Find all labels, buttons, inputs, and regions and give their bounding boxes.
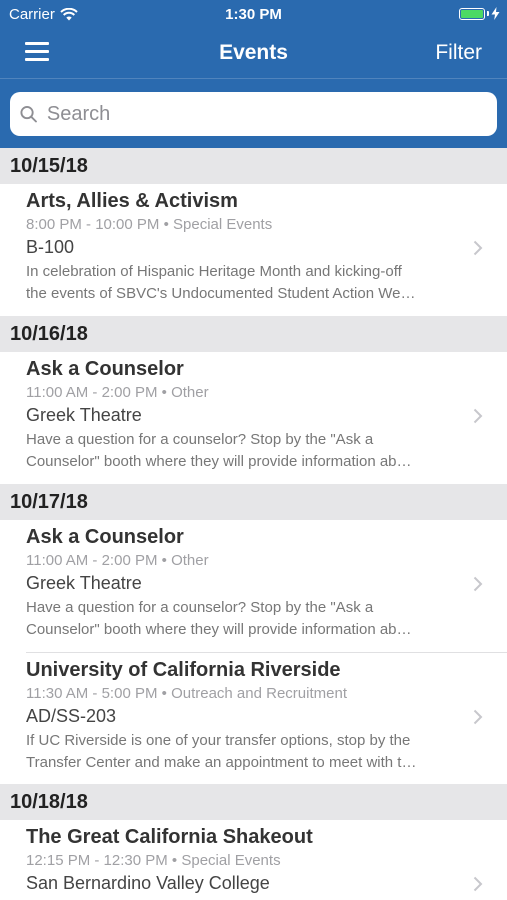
event-time: 11:00 AM - 2:00 PM bbox=[26, 552, 158, 569]
event-description: If UC Riverside is one of your transfer … bbox=[26, 730, 457, 774]
event-title: Ask a Counselor bbox=[26, 358, 184, 380]
event-location: AD/SS-203 bbox=[26, 706, 117, 726]
event-description-line: Have a question for a counselor? Stop by… bbox=[26, 599, 374, 616]
event-description: Have a question for a counselor? Stop by… bbox=[26, 597, 457, 641]
event-category: Other bbox=[171, 552, 209, 569]
event-time: 12:15 PM - 12:30 PM bbox=[26, 852, 168, 869]
section-date-header: 10/18/18 bbox=[0, 784, 507, 820]
filter-button[interactable]: Filter bbox=[435, 41, 482, 65]
chevron-right-icon bbox=[473, 240, 483, 256]
event-meta: 11:00 AM - 2:00 PM • Other bbox=[26, 384, 209, 401]
event-category: Special Events bbox=[181, 852, 281, 869]
event-meta: 11:00 AM - 2:00 PM • Other bbox=[26, 552, 209, 569]
charging-bolt-icon bbox=[491, 7, 500, 20]
event-description-line: Have a question for a counselor? Stop by… bbox=[26, 431, 374, 448]
event-row[interactable]: Ask a Counselor 11:00 AM - 2:00 PM • Oth… bbox=[0, 520, 507, 652]
search-icon bbox=[20, 106, 37, 123]
chevron-right-icon bbox=[473, 408, 483, 424]
event-description: In celebration of Hispanic Heritage Mont… bbox=[26, 261, 457, 305]
event-title: Ask a Counselor bbox=[26, 526, 184, 548]
search-bar[interactable] bbox=[10, 92, 497, 136]
event-meta: 11:30 AM - 5:00 PM • Outreach and Recrui… bbox=[26, 685, 347, 702]
event-title: University of California Riverside bbox=[26, 659, 341, 681]
event-description-line: the events of SBVC's Undocumented Studen… bbox=[26, 285, 416, 302]
event-category: Special Events bbox=[173, 216, 273, 233]
event-meta: 8:00 PM - 10:00 PM • Special Events bbox=[26, 216, 273, 233]
nav-bar: Events Filter bbox=[0, 28, 507, 79]
event-description-line: If UC Riverside is one of your transfer … bbox=[26, 732, 411, 749]
chevron-right-icon bbox=[473, 576, 483, 592]
chevron-right-icon bbox=[473, 876, 483, 892]
event-title: Arts, Allies & Activism bbox=[26, 190, 238, 212]
event-description: Have a question for a counselor? Stop by… bbox=[26, 429, 457, 473]
event-row[interactable]: University of California Riverside 11:30… bbox=[0, 653, 507, 784]
event-location: Greek Theatre bbox=[26, 573, 142, 593]
event-category: Other bbox=[171, 384, 209, 401]
status-time: 1:30 PM bbox=[225, 6, 282, 23]
search-container bbox=[0, 79, 507, 136]
event-row[interactable]: The Great California Shakeout 12:15 PM -… bbox=[0, 820, 507, 900]
event-time: 8:00 PM - 10:00 PM bbox=[26, 216, 160, 233]
event-row[interactable]: Ask a Counselor 11:00 AM - 2:00 PM • Oth… bbox=[0, 352, 507, 484]
chevron-right-icon bbox=[473, 709, 483, 725]
event-description-line: Counselor" booth where they will provide… bbox=[26, 621, 412, 638]
event-meta: 12:15 PM - 12:30 PM • Special Events bbox=[26, 852, 281, 869]
battery-icon bbox=[459, 7, 500, 20]
event-description-line: Transfer Center and make an appointment … bbox=[26, 754, 417, 771]
page-title: Events bbox=[219, 41, 288, 64]
search-input[interactable] bbox=[44, 101, 497, 127]
event-location: Greek Theatre bbox=[26, 405, 142, 425]
event-row[interactable]: Arts, Allies & Activism 8:00 PM - 10:00 … bbox=[0, 184, 507, 316]
header: Carrier 1:30 PM Events Filter bbox=[0, 0, 507, 148]
section-date-header: 10/16/18 bbox=[0, 316, 507, 352]
event-description-line: In celebration of Hispanic Heritage Mont… bbox=[26, 263, 402, 280]
status-bar: Carrier 1:30 PM bbox=[0, 0, 507, 28]
event-location: San Bernardino Valley College bbox=[26, 873, 270, 893]
event-category: Outreach and Recruitment bbox=[171, 685, 347, 702]
event-title: The Great California Shakeout bbox=[26, 826, 313, 848]
section-date-header: 10/17/18 bbox=[0, 484, 507, 520]
event-description-line: Counselor" booth where they will provide… bbox=[26, 453, 412, 470]
event-time: 11:00 AM - 2:00 PM bbox=[26, 384, 158, 401]
event-time: 11:30 AM - 5:00 PM bbox=[26, 685, 158, 702]
section-date-header: 10/15/18 bbox=[0, 148, 507, 184]
event-location: B-100 bbox=[26, 237, 75, 257]
